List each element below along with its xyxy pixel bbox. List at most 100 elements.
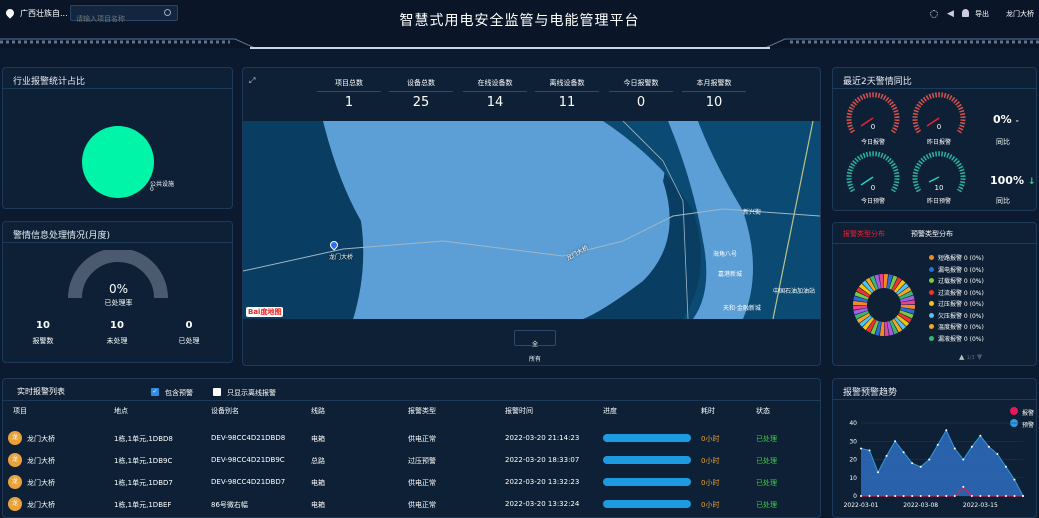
trend-chart: 0 10 20 30 40 2022-03-01 2022-03-08 2022-03-15 bbox=[844, 420, 1024, 509]
user-menu[interactable]: 龙门大桥 bbox=[1006, 9, 1034, 19]
data-point[interactable] bbox=[996, 495, 999, 497]
data-point[interactable] bbox=[902, 451, 905, 454]
data-point[interactable] bbox=[885, 495, 888, 497]
logout-button[interactable]: 导出 bbox=[975, 9, 989, 19]
offline-only-checkbox[interactable] bbox=[213, 388, 221, 396]
industry-pie[interactable] bbox=[82, 126, 154, 198]
header: 广西壮族自... 智慧式用电安全监管与电能管理平台 ◀ 导出 龙门大桥 bbox=[0, 0, 1039, 49]
table-row[interactable]: 龙 龙门大桥 1栋,1单元,1DBD8 DEV-98CC4D21DBD8 电箱 … bbox=[3, 429, 822, 449]
stat-item: 本月报警数 10 bbox=[682, 78, 746, 110]
data-point[interactable] bbox=[1022, 495, 1024, 497]
table-header: 项目 地点 设备别名 线路 报警类型 报警时间 进度 耗时 状态 bbox=[3, 406, 822, 418]
data-point[interactable] bbox=[1004, 465, 1007, 468]
data-point[interactable] bbox=[996, 453, 999, 456]
y-tick-label: 0 bbox=[853, 493, 857, 500]
data-point[interactable] bbox=[928, 458, 931, 461]
data-point[interactable] bbox=[860, 447, 862, 450]
data-point[interactable] bbox=[945, 495, 948, 497]
legend-text: 过载报警 0 (0%) bbox=[938, 278, 984, 285]
data-point[interactable] bbox=[962, 458, 965, 461]
gauge-label: 昨日报警 bbox=[926, 139, 951, 146]
cell-line: 电箱 bbox=[311, 435, 325, 443]
data-point[interactable] bbox=[987, 495, 990, 497]
bell-icon[interactable] bbox=[962, 9, 969, 17]
settings-icon[interactable] bbox=[930, 10, 938, 18]
cell-project: 龙门大桥 bbox=[27, 435, 55, 443]
legend-item[interactable]: 漏电报警 0 (0%) bbox=[929, 265, 984, 274]
legend-item[interactable]: 欠压报警 0 (0%) bbox=[929, 311, 984, 320]
realtime-title: 实时报警列表 bbox=[17, 387, 65, 396]
data-point[interactable] bbox=[919, 495, 922, 497]
map-shapes bbox=[243, 121, 820, 319]
data-point[interactable] bbox=[970, 495, 973, 497]
stat-value: 14 bbox=[486, 95, 504, 110]
progress-bar bbox=[603, 500, 691, 508]
data-point[interactable] bbox=[894, 440, 897, 443]
map-label: 海角八号 bbox=[713, 251, 738, 258]
map-view[interactable]: 龙门大桥 龙门大桥 海角八号 嘉港新城 中国石油加油站 天和·金融新城 新兴街 … bbox=[243, 121, 820, 319]
data-point[interactable] bbox=[885, 454, 888, 457]
column-header: 状态 bbox=[756, 407, 770, 415]
legend-item[interactable]: 短路报警 0 (0%) bbox=[929, 253, 984, 262]
cell-device: DEV-98CC4D21DBD8 bbox=[211, 434, 286, 442]
legend-item[interactable]: 漏液报警 0 (0%) bbox=[929, 334, 984, 343]
ratio-number: 0% bbox=[993, 113, 1012, 126]
data-point[interactable] bbox=[936, 495, 939, 497]
data-point[interactable] bbox=[894, 495, 897, 497]
stat-value: 10 bbox=[705, 95, 723, 110]
data-point[interactable] bbox=[860, 495, 862, 497]
arrow-down-icon: ↓ bbox=[1027, 177, 1036, 187]
handling-panel: 警情信息处理情况(月度) 0% 已处理率 10 报警数 10 未处理 0 已处理 bbox=[2, 221, 233, 363]
data-point[interactable] bbox=[868, 495, 871, 497]
legend-pager[interactable]: ▲ 1/3 ▼ bbox=[959, 353, 982, 361]
tab-warning-types[interactable]: 预警类型分布 bbox=[911, 229, 953, 239]
map-panel: ⤢ 项目总数 1 设备总数 25 在线设备数 14 离线设备数 11 今日报警数… bbox=[242, 67, 821, 366]
handling-stat: 10 未处理 bbox=[97, 320, 137, 346]
cell-time: 2022-03-20 18:33:07 bbox=[505, 456, 580, 464]
gauge-label: 昨日预警 bbox=[926, 198, 951, 205]
table-row[interactable]: 龙 龙门大桥 1栋,1单元,1DBD7 DEV-98CC4D21DBD7 电箱 … bbox=[3, 473, 822, 493]
filter-all-button[interactable]: 全 bbox=[514, 330, 556, 348]
data-point[interactable] bbox=[987, 445, 990, 448]
data-point[interactable] bbox=[1013, 495, 1016, 497]
avatar: 龙 bbox=[8, 431, 22, 445]
legend-item[interactable]: 过流报警 0 (0%) bbox=[929, 288, 984, 297]
data-point[interactable] bbox=[877, 495, 880, 497]
data-point[interactable] bbox=[1004, 495, 1007, 497]
include-warning-checkbox[interactable]: ✓ bbox=[151, 388, 159, 396]
table-row[interactable]: 龙 龙门大桥 1栋,1单元,1DB9C DEV-98CC4D21DB9C 总路 … bbox=[3, 451, 822, 471]
data-point[interactable] bbox=[953, 447, 956, 450]
column-header: 报警类型 bbox=[408, 407, 436, 415]
volume-icon[interactable]: ◀ bbox=[947, 9, 954, 19]
stat-item: 设备总数 25 bbox=[389, 78, 453, 110]
data-point[interactable] bbox=[1013, 478, 1016, 481]
x-tick-label: 2022-03-08 bbox=[903, 502, 938, 509]
data-point[interactable] bbox=[902, 495, 905, 497]
legend-item[interactable]: 过压报警 0 (0%) bbox=[929, 299, 984, 308]
data-point[interactable] bbox=[962, 485, 965, 488]
data-point[interactable] bbox=[979, 434, 982, 437]
legend-item[interactable]: 温度报警 0 (0%) bbox=[929, 322, 984, 331]
data-point[interactable] bbox=[979, 495, 982, 497]
tab-alarm-types[interactable]: 报警类型分布 bbox=[843, 229, 885, 239]
data-point[interactable] bbox=[928, 495, 931, 497]
data-point[interactable] bbox=[945, 429, 948, 432]
data-point[interactable] bbox=[868, 449, 871, 452]
cell-place: 1栋,1单元,1DBD8 bbox=[114, 435, 173, 443]
table-row[interactable]: 龙 龙门大桥 1栋,1单元,1DBEF 86号微右幅 电箱 供电正常 2022-… bbox=[3, 495, 822, 515]
fullscreen-icon[interactable]: ⤢ bbox=[249, 76, 255, 86]
ratio-label: 同比 bbox=[996, 138, 1010, 146]
pager-text: 1/3 bbox=[966, 355, 975, 361]
data-point[interactable] bbox=[919, 465, 922, 468]
legend-item[interactable]: 过载报警 0 (0%) bbox=[929, 276, 984, 285]
data-point[interactable] bbox=[953, 495, 956, 497]
data-point[interactable] bbox=[911, 495, 914, 497]
data-point[interactable] bbox=[877, 471, 880, 474]
gauge-label: 今日报警 bbox=[860, 139, 885, 146]
pager-up-icon[interactable]: ▲ bbox=[959, 353, 964, 361]
avatar: 龙 bbox=[8, 475, 22, 489]
data-point[interactable] bbox=[936, 443, 939, 446]
data-point[interactable] bbox=[970, 445, 973, 448]
pager-down-icon[interactable]: ▼ bbox=[977, 353, 982, 361]
data-point[interactable] bbox=[911, 462, 914, 465]
